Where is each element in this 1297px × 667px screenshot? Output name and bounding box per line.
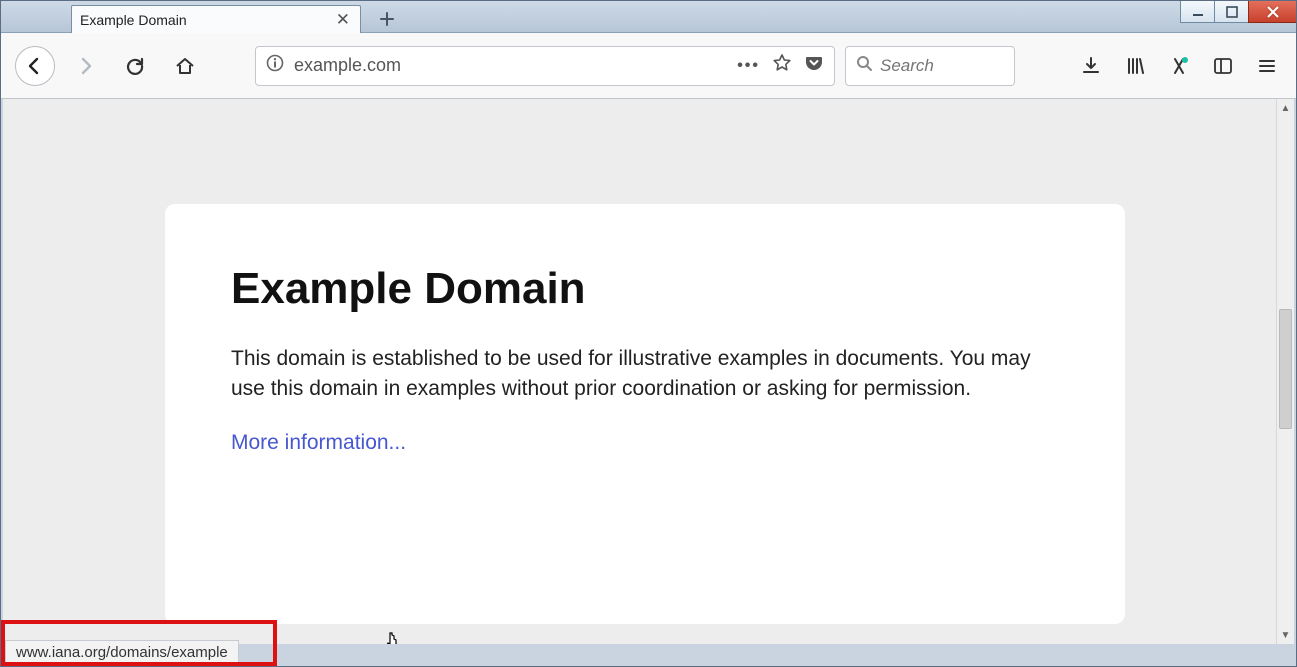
new-tab-button[interactable]: [369, 5, 405, 33]
menu-button[interactable]: [1252, 51, 1282, 81]
title-bar: Example Domain ✕: [1, 1, 1296, 33]
scroll-thumb[interactable]: [1279, 309, 1292, 429]
scroll-down-arrow-icon[interactable]: ▼: [1277, 626, 1294, 644]
page-paragraph: This domain is established to be used fo…: [231, 344, 1031, 405]
navigation-toolbar: example.com •••: [1, 33, 1296, 99]
close-tab-icon[interactable]: ✕: [334, 10, 352, 30]
address-bar[interactable]: example.com •••: [255, 46, 835, 86]
close-window-button[interactable]: [1248, 1, 1296, 23]
scroll-up-arrow-icon[interactable]: ▲: [1277, 99, 1294, 117]
browser-tab[interactable]: Example Domain ✕: [71, 5, 361, 33]
site-info-icon[interactable]: [266, 54, 284, 77]
window-controls: [1180, 1, 1296, 23]
page-actions-icon[interactable]: •••: [737, 57, 760, 75]
downloads-button[interactable]: [1076, 51, 1106, 81]
bookmark-star-icon[interactable]: [772, 53, 792, 78]
search-icon: [856, 55, 872, 76]
vertical-scrollbar[interactable]: ▲ ▼: [1276, 99, 1294, 644]
forward-button[interactable]: [65, 46, 105, 86]
library-button[interactable]: [1120, 51, 1150, 81]
screenshot-button[interactable]: [1164, 51, 1194, 81]
page-heading: Example Domain: [231, 264, 1059, 314]
maximize-button[interactable]: [1214, 1, 1248, 23]
tab-title: Example Domain: [80, 12, 334, 28]
home-button[interactable]: [165, 46, 205, 86]
status-bar: www.iana.org/domains/example: [5, 640, 239, 664]
pocket-icon[interactable]: [804, 53, 824, 78]
page-viewport: Example Domain This domain is establishe…: [3, 99, 1276, 644]
pointer-cursor-icon: [383, 631, 403, 644]
search-bar[interactable]: [845, 46, 1015, 86]
toolbar-right: [1076, 51, 1282, 81]
status-hover-url: www.iana.org/domains/example: [16, 644, 228, 661]
reload-button[interactable]: [115, 46, 155, 86]
search-input[interactable]: [880, 56, 1004, 76]
browser-window: Example Domain ✕: [0, 0, 1297, 667]
minimize-button[interactable]: [1180, 1, 1214, 23]
more-info-link[interactable]: More information...: [231, 431, 406, 454]
sidebar-button[interactable]: [1208, 51, 1238, 81]
url-text: example.com: [294, 55, 727, 76]
content-card: Example Domain This domain is establishe…: [165, 204, 1125, 624]
back-button[interactable]: [15, 46, 55, 86]
